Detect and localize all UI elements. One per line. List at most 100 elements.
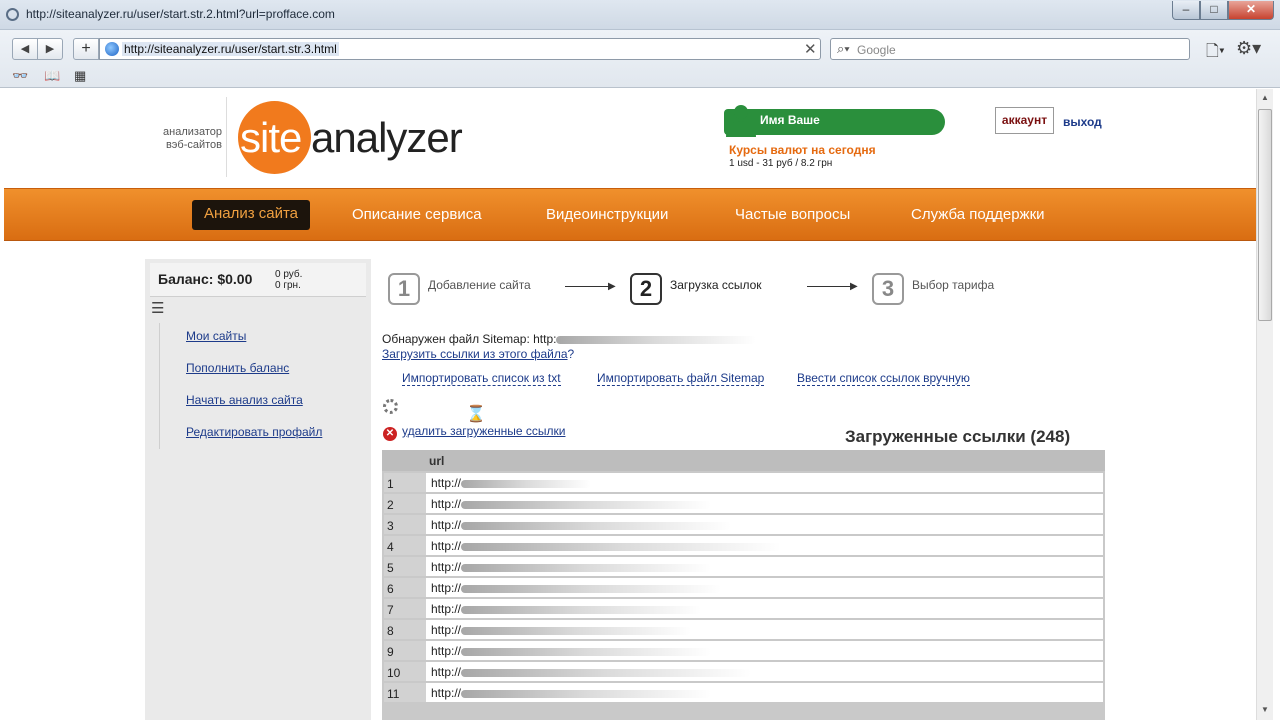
sidebar-item-my-sites[interactable]: Мои сайты xyxy=(186,329,246,343)
balance-amount: Баланс: $0.00 xyxy=(158,271,253,287)
page-scrollbar[interactable]: ▲ ▼ xyxy=(1256,89,1273,720)
import-txt-link[interactable]: Импортировать список из txt xyxy=(402,371,561,386)
row-number: 8 xyxy=(384,620,426,639)
row-url-text: http:// xyxy=(431,644,462,658)
account-button[interactable]: аккаунт xyxy=(995,107,1054,134)
row-number: 4 xyxy=(384,536,426,555)
nav-item-video-guides[interactable]: Видеоинструкции xyxy=(546,206,668,223)
balance-rub: 0 руб. xyxy=(275,269,303,280)
row-url-text: http:// xyxy=(431,665,462,679)
table-row[interactable]: 6 http:// xyxy=(384,578,1103,597)
blurred-url xyxy=(461,626,692,635)
scroll-thumb[interactable] xyxy=(1258,109,1272,321)
nav-item-support[interactable]: Служба поддержки xyxy=(911,206,1045,223)
sidebar: Баланс: $0.00 0 руб. 0 грн. ☰ Мои сайты … xyxy=(145,259,371,720)
blurred-url xyxy=(461,521,732,530)
load-sitemap-row: Загрузить ссылки из этого файла? xyxy=(382,347,574,361)
forward-arrow-icon: ▶ xyxy=(45,43,55,55)
row-url[interactable]: http:// xyxy=(431,539,782,553)
globe-icon xyxy=(105,42,119,56)
loading-spinner-icon xyxy=(383,399,398,414)
step-2-number: 2 xyxy=(630,273,662,305)
glasses-icon[interactable]: 👓 xyxy=(12,68,28,84)
sidebar-item-start-analysis[interactable]: Начать анализ сайта xyxy=(186,393,303,407)
row-number: 11 xyxy=(384,683,426,702)
nav-item-faq[interactable]: Частые вопросы xyxy=(735,206,850,223)
sidebar-item-edit-profile[interactable]: Редактировать профайл xyxy=(186,425,322,439)
blurred-url xyxy=(461,542,782,551)
blurred-url xyxy=(461,605,702,614)
row-number: 6 xyxy=(384,578,426,597)
grid-icon[interactable]: ▦ xyxy=(74,68,86,84)
row-url[interactable]: http:// xyxy=(431,665,752,679)
plus-icon: + xyxy=(81,40,91,57)
close-window-button[interactable]: ✕ xyxy=(1228,1,1274,20)
browser-logo-icon xyxy=(6,8,19,21)
table-row[interactable]: 9 http:// xyxy=(384,641,1103,660)
row-number: 5 xyxy=(384,557,426,576)
logout-link[interactable]: выход xyxy=(1063,115,1102,129)
row-url[interactable]: http:// xyxy=(431,476,592,490)
row-url[interactable]: http:// xyxy=(431,581,722,595)
load-sitemap-link[interactable]: Загрузить ссылки из этого файла xyxy=(382,347,568,361)
row-url[interactable]: http:// xyxy=(431,602,702,616)
scroll-up-icon[interactable]: ▲ xyxy=(1257,89,1273,106)
minimize-button[interactable]: – xyxy=(1172,1,1200,20)
menu-icon[interactable]: ☰ xyxy=(151,299,164,317)
currency-rates-title: Курсы валют на сегодня xyxy=(729,143,876,157)
row-number: 2 xyxy=(384,494,426,513)
user-name: Имя Ваше xyxy=(760,113,820,127)
balance-box: Баланс: $0.00 0 руб. 0 грн. xyxy=(150,263,366,297)
add-bookmark-button[interactable]: + xyxy=(73,38,99,60)
step-arrow xyxy=(807,286,855,287)
blurred-url xyxy=(556,335,757,344)
nav-item-site-analysis[interactable]: Анализ сайта xyxy=(192,200,310,230)
tagline-line-1: анализатор xyxy=(163,126,222,138)
table-row[interactable]: 3 http:// xyxy=(384,515,1103,534)
forward-button[interactable]: ▶ xyxy=(37,38,63,60)
row-url[interactable]: http:// xyxy=(431,623,692,637)
logo-analyzer-text[interactable]: analyzer xyxy=(311,114,463,162)
delete-loaded-links[interactable]: удалить загруженные ссылки xyxy=(402,424,565,438)
table-row[interactable]: 8 http:// xyxy=(384,620,1103,639)
search-bar[interactable]: ⌕▾ Google xyxy=(830,38,1190,60)
search-icon[interactable]: ⌕▾ xyxy=(837,41,850,57)
table-row[interactable]: 11 http:// xyxy=(384,683,1103,702)
logo-site-text[interactable]: site xyxy=(240,114,302,162)
row-url[interactable]: http:// xyxy=(431,644,712,658)
row-url[interactable]: http:// xyxy=(431,497,712,511)
gear-icon[interactable]: ⚙▾ xyxy=(1236,38,1261,59)
maximize-button[interactable]: □ xyxy=(1200,1,1228,20)
book-icon[interactable]: 📖 xyxy=(44,68,60,84)
table-row[interactable]: 10 http:// xyxy=(384,662,1103,681)
row-url[interactable]: http:// xyxy=(431,686,712,700)
row-number: 1 xyxy=(384,473,426,492)
table-row[interactable]: 4 http:// xyxy=(384,536,1103,555)
row-url-text: http:// xyxy=(431,623,462,637)
scroll-down-icon[interactable]: ▼ xyxy=(1257,701,1273,718)
user-badge[interactable]: Имя Ваше xyxy=(724,105,945,137)
row-number: 3 xyxy=(384,515,426,534)
user-icon xyxy=(726,105,756,137)
mouse-cursor-icon: ⌛ xyxy=(466,406,486,423)
row-url-text: http:// xyxy=(431,686,462,700)
nav-item-service-description[interactable]: Описание сервиса xyxy=(352,206,482,223)
row-url[interactable]: http:// xyxy=(431,560,712,574)
page-icon[interactable]: 🗋▾ xyxy=(1206,40,1225,67)
sidebar-item-top-up[interactable]: Пополнить баланс xyxy=(186,361,289,375)
import-sitemap-link[interactable]: Импортировать файл Sitemap xyxy=(597,371,765,386)
manual-entry-link[interactable]: Ввести список ссылок вручную xyxy=(797,371,970,386)
close-icon[interactable]: ✕ xyxy=(804,40,817,58)
back-button[interactable]: ◀ xyxy=(12,38,38,60)
address-bar[interactable]: http://siteanalyzer.ru/user/start.str.3.… xyxy=(99,38,821,60)
table-row[interactable]: 7 http:// xyxy=(384,599,1103,618)
address-input[interactable]: http://siteanalyzer.ru/user/start.str.3.… xyxy=(122,42,339,56)
row-url[interactable]: http:// xyxy=(431,518,732,532)
table-row[interactable]: 5 http:// xyxy=(384,557,1103,576)
table-row[interactable]: 2 http:// xyxy=(384,494,1103,513)
delete-icon[interactable]: ✕ xyxy=(383,427,397,441)
browser-toolbar: ◀ ▶ + http://siteanalyzer.ru/user/start.… xyxy=(0,30,1280,88)
table-row[interactable]: 1 http:// xyxy=(384,473,1103,492)
search-input[interactable]: Google xyxy=(857,43,896,57)
window-title: http://siteanalyzer.ru/user/start.str.2.… xyxy=(26,7,335,21)
